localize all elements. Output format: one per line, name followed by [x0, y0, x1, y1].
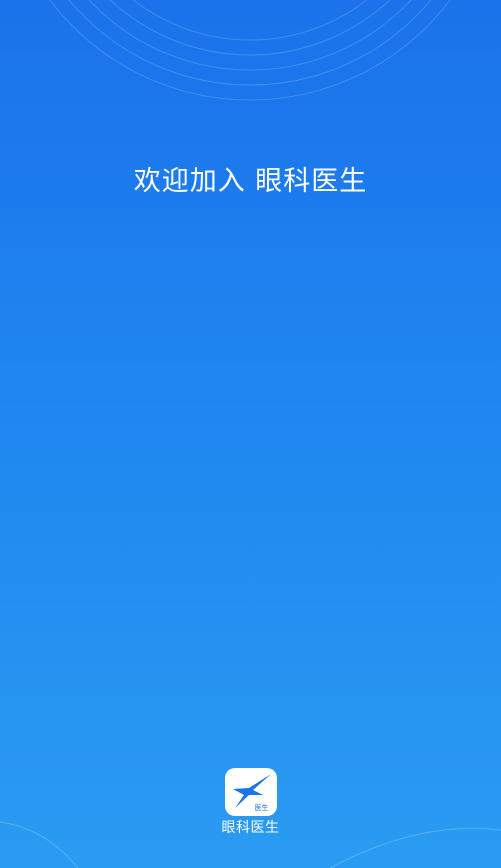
star-logo-icon	[232, 774, 271, 808]
app-logo: 医生	[224, 768, 277, 816]
background-arcs-decoration	[0, 0, 501, 868]
welcome-text: 欢迎加入 眼科医生	[133, 166, 368, 197]
brand-block: 医生 眼科医生	[0, 768, 501, 837]
logo-badge-text: 医生	[254, 804, 269, 812]
brand-name: 眼科医生	[221, 820, 280, 836]
splash-screen: 欢迎加入 眼科医生 医生 眼科医生	[0, 0, 501, 868]
